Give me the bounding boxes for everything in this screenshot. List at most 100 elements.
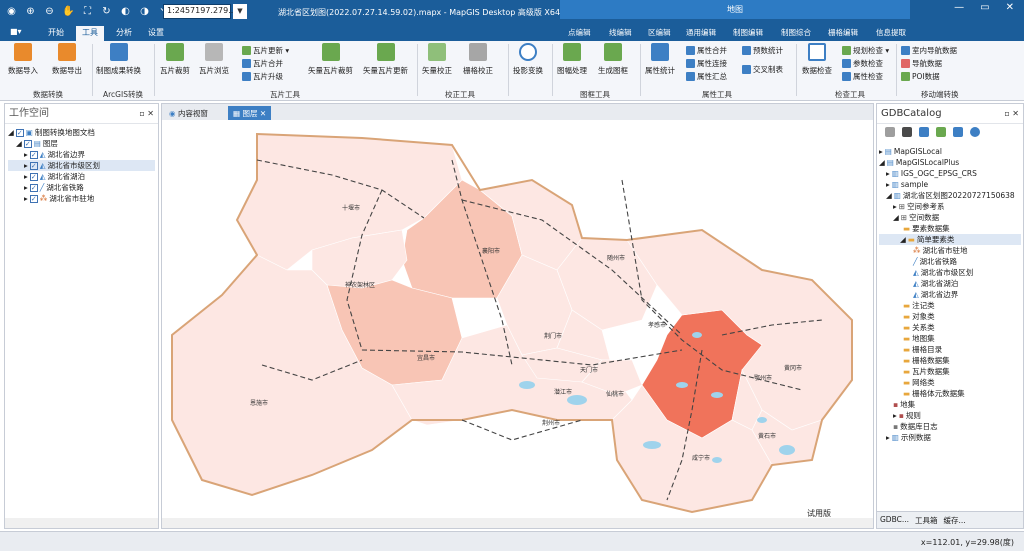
tree-row-layer-districts[interactable]: ▸ ✓ ◭ 湖北省市级区划 [8,160,155,171]
gen-frame-button[interactable]: 生成图框 [598,43,628,76]
maximize-button[interactable]: ▭ [980,2,989,13]
tab-toolbox[interactable]: 工具箱 [915,515,938,525]
prelim-stats-button[interactable]: 预数统计 [742,45,783,56]
tab-tools[interactable]: 工具 [76,26,104,41]
tab-file[interactable]: ■▾ [4,26,28,37]
tree-row-fc-railway[interactable]: ╱ 湖北省铁路 [879,256,1021,267]
next-view-icon[interactable]: ◑ [137,4,152,19]
tree-row-atlas[interactable]: ▬ 地图集 [879,333,1021,344]
tile-update-button[interactable]: 瓦片更新 ▾ [242,45,289,56]
attr-check-button[interactable]: 属性检查 [842,71,883,82]
projection-button[interactable]: 投影变换 [513,43,543,76]
minimize-button[interactable]: — [954,2,964,13]
tab-home[interactable]: 开始 [42,26,70,39]
tree-row-spatial-ref[interactable]: ▸ ⊞ 空间参考系 [879,201,1021,212]
data-check-button[interactable]: 数据检查 [802,43,832,76]
scale-combo[interactable]: 1:2457197.279... [163,4,236,19]
checkbox[interactable]: ✓ [23,139,32,148]
refresh-icon[interactable]: ↻ [99,4,114,19]
expand-icon[interactable]: ▸ [886,432,890,443]
collapse-icon[interactable]: ◢ [8,127,14,138]
tree-row-fc-lakes[interactable]: ◭ 湖北省湖泊 [879,278,1021,289]
full-extent-icon[interactable]: ⛶ [80,4,95,19]
tree-row-layer-boundary[interactable]: ▸ ✓ ◭ 湖北省边界 [8,149,155,160]
tree-row-rules[interactable]: ▸ ▪ 规则 [879,410,1021,421]
frame-process-button[interactable]: 图幅处理 [557,43,587,76]
tree-row-hubei-db[interactable]: ◢ ▥ 湖北省区划图20220727150638 [879,190,1021,201]
catalog-refresh-icon[interactable] [936,127,946,137]
checkbox[interactable]: ✓ [29,183,38,192]
tree-row-mapgislocalplus[interactable]: ◢ ▤ MapGISLocalPlus [879,157,1021,168]
map-view[interactable]: ◉ 内容视窗 ▦ 图层 ✕ 十堰市 襄阳市 随州市 神农架林区 宜昌市 荆门市 … [161,103,874,529]
tree-row-layer-lakes[interactable]: ▸ ✓ ◭ 湖北省湖泊 [8,171,155,182]
tree-row-tile-dataset[interactable]: ▬ 瓦片数据集 [879,366,1021,377]
checkbox[interactable]: ✓ [29,150,38,159]
cross-table-button[interactable]: 交叉制表 [742,64,783,75]
tree-row-layers[interactable]: ◢ ✓ ▤ 图层 [8,138,155,149]
tree-row-feature-dataset[interactable]: ▬ 要素数据集 [879,223,1021,234]
tab-point-edit[interactable]: 点编辑 [568,27,591,38]
tree-row-map-document[interactable]: ◢ ✓ ▣ 制图转换地图文档 [8,127,155,138]
data-export-button[interactable]: 数据导出 [52,43,82,76]
tree-row-raster-voxel[interactable]: ▬ 栅格体元数据集 [879,388,1021,399]
tree-row-raster-catalog[interactable]: ▬ 栅格目录 [879,344,1021,355]
tab-settings[interactable]: 设置 [142,26,170,39]
catalog-search-icon[interactable] [953,127,963,137]
tree-row-sample-data[interactable]: ▸ ▥ 示例数据 [879,432,1021,443]
collapse-icon[interactable]: ◢ [879,157,885,168]
expand-icon[interactable]: ▸ [24,193,28,204]
tab-cache[interactable]: 缓存... [944,515,966,525]
pan-hand-icon[interactable]: ✋ [61,4,76,19]
tree-row-domain[interactable]: ▪ 地集 [879,399,1021,410]
rule-check-button[interactable]: 规划检查 ▾ [842,45,889,56]
checkbox[interactable]: ✓ [29,172,38,181]
tab-info-extract[interactable]: 信息提取 [876,27,906,38]
vector-tile-update-button[interactable]: 矢量瓦片更新 [363,43,408,76]
tree-row-network-class[interactable]: ▬ 网络类 [879,377,1021,388]
tree-row-db-log[interactable]: ▪ 数据库日志 [879,421,1021,432]
tab-raster-edit[interactable]: 栅格编辑 [828,27,858,38]
tree-row-layer-railway[interactable]: ▸ ✓ ╱ 湖北省铁路 [8,182,155,193]
expand-icon[interactable]: ▸ [893,410,897,421]
tree-row-spatial-data[interactable]: ◢ ⊞ 空间数据 [879,212,1021,223]
tab-general-edit[interactable]: 通用编辑 [686,27,716,38]
attr-merge-button[interactable]: 属性合并 [686,45,727,56]
collapse-icon[interactable]: ◢ [893,212,899,223]
tree-row-fc-boundary[interactable]: ◭ 湖北省边界 [879,289,1021,300]
tile-crop-button[interactable]: 瓦片裁剪 [160,43,190,76]
tile-browse-button[interactable]: 瓦片浏览 [199,43,229,76]
catalog-connect-icon[interactable] [902,127,912,137]
close-button[interactable]: ✕ [1006,2,1014,13]
poi-data-button[interactable]: POI数据 [901,71,940,82]
expand-icon[interactable]: ▸ [893,201,897,212]
vector-tile-crop-button[interactable]: 矢量瓦片裁剪 [308,43,353,76]
scale-dropdown-icon[interactable]: ▼ [233,4,247,19]
attr-stats-button[interactable]: 属性统计 [645,43,675,76]
expand-icon[interactable]: ▸ [24,160,28,171]
zoom-in-icon[interactable]: ⊕ [23,4,38,19]
expand-icon[interactable]: ▸ [24,182,28,193]
map-horizontal-scrollbar[interactable] [162,518,873,528]
checkbox[interactable]: ✓ [15,128,24,137]
tab-analysis[interactable]: 分析 [110,26,138,39]
tree-row-fc-districts[interactable]: ◭ 湖北省市级区划 [879,267,1021,278]
attr-join-button[interactable]: 属性连接 [686,58,727,69]
tab-content-view[interactable]: ◉ 内容视窗 [164,106,213,120]
indoor-nav-button[interactable]: 室内导航数据 [901,45,957,56]
panel-pin-close-icon[interactable]: ▫ ✕ [139,104,154,124]
nav-data-button[interactable]: 导航数据 [901,58,942,69]
collapse-icon[interactable]: ◢ [886,190,892,201]
vector-correct-button[interactable]: 矢量校正 [422,43,452,76]
tree-row-object-class[interactable]: ▬ 对象类 [879,311,1021,322]
mapping-convert-button[interactable]: 制图成果转换 [96,43,141,76]
tile-upgrade-button[interactable]: 瓦片升级 [242,71,283,82]
tree-row-mapgislocal[interactable]: ▸ ▤ MapGISLocal [879,146,1021,157]
expand-icon[interactable]: ▸ [886,168,890,179]
attr-summary-button[interactable]: 属性汇总 [686,71,727,82]
expand-icon[interactable]: ▸ [24,171,28,182]
catalog-globe-icon[interactable] [970,127,980,137]
tree-row-annotation[interactable]: ▬ 注记类 [879,300,1021,311]
data-import-button[interactable]: 数据导入 [8,43,38,76]
expand-icon[interactable]: ▸ [879,146,883,157]
previous-view-icon[interactable]: ◐ [118,4,133,19]
